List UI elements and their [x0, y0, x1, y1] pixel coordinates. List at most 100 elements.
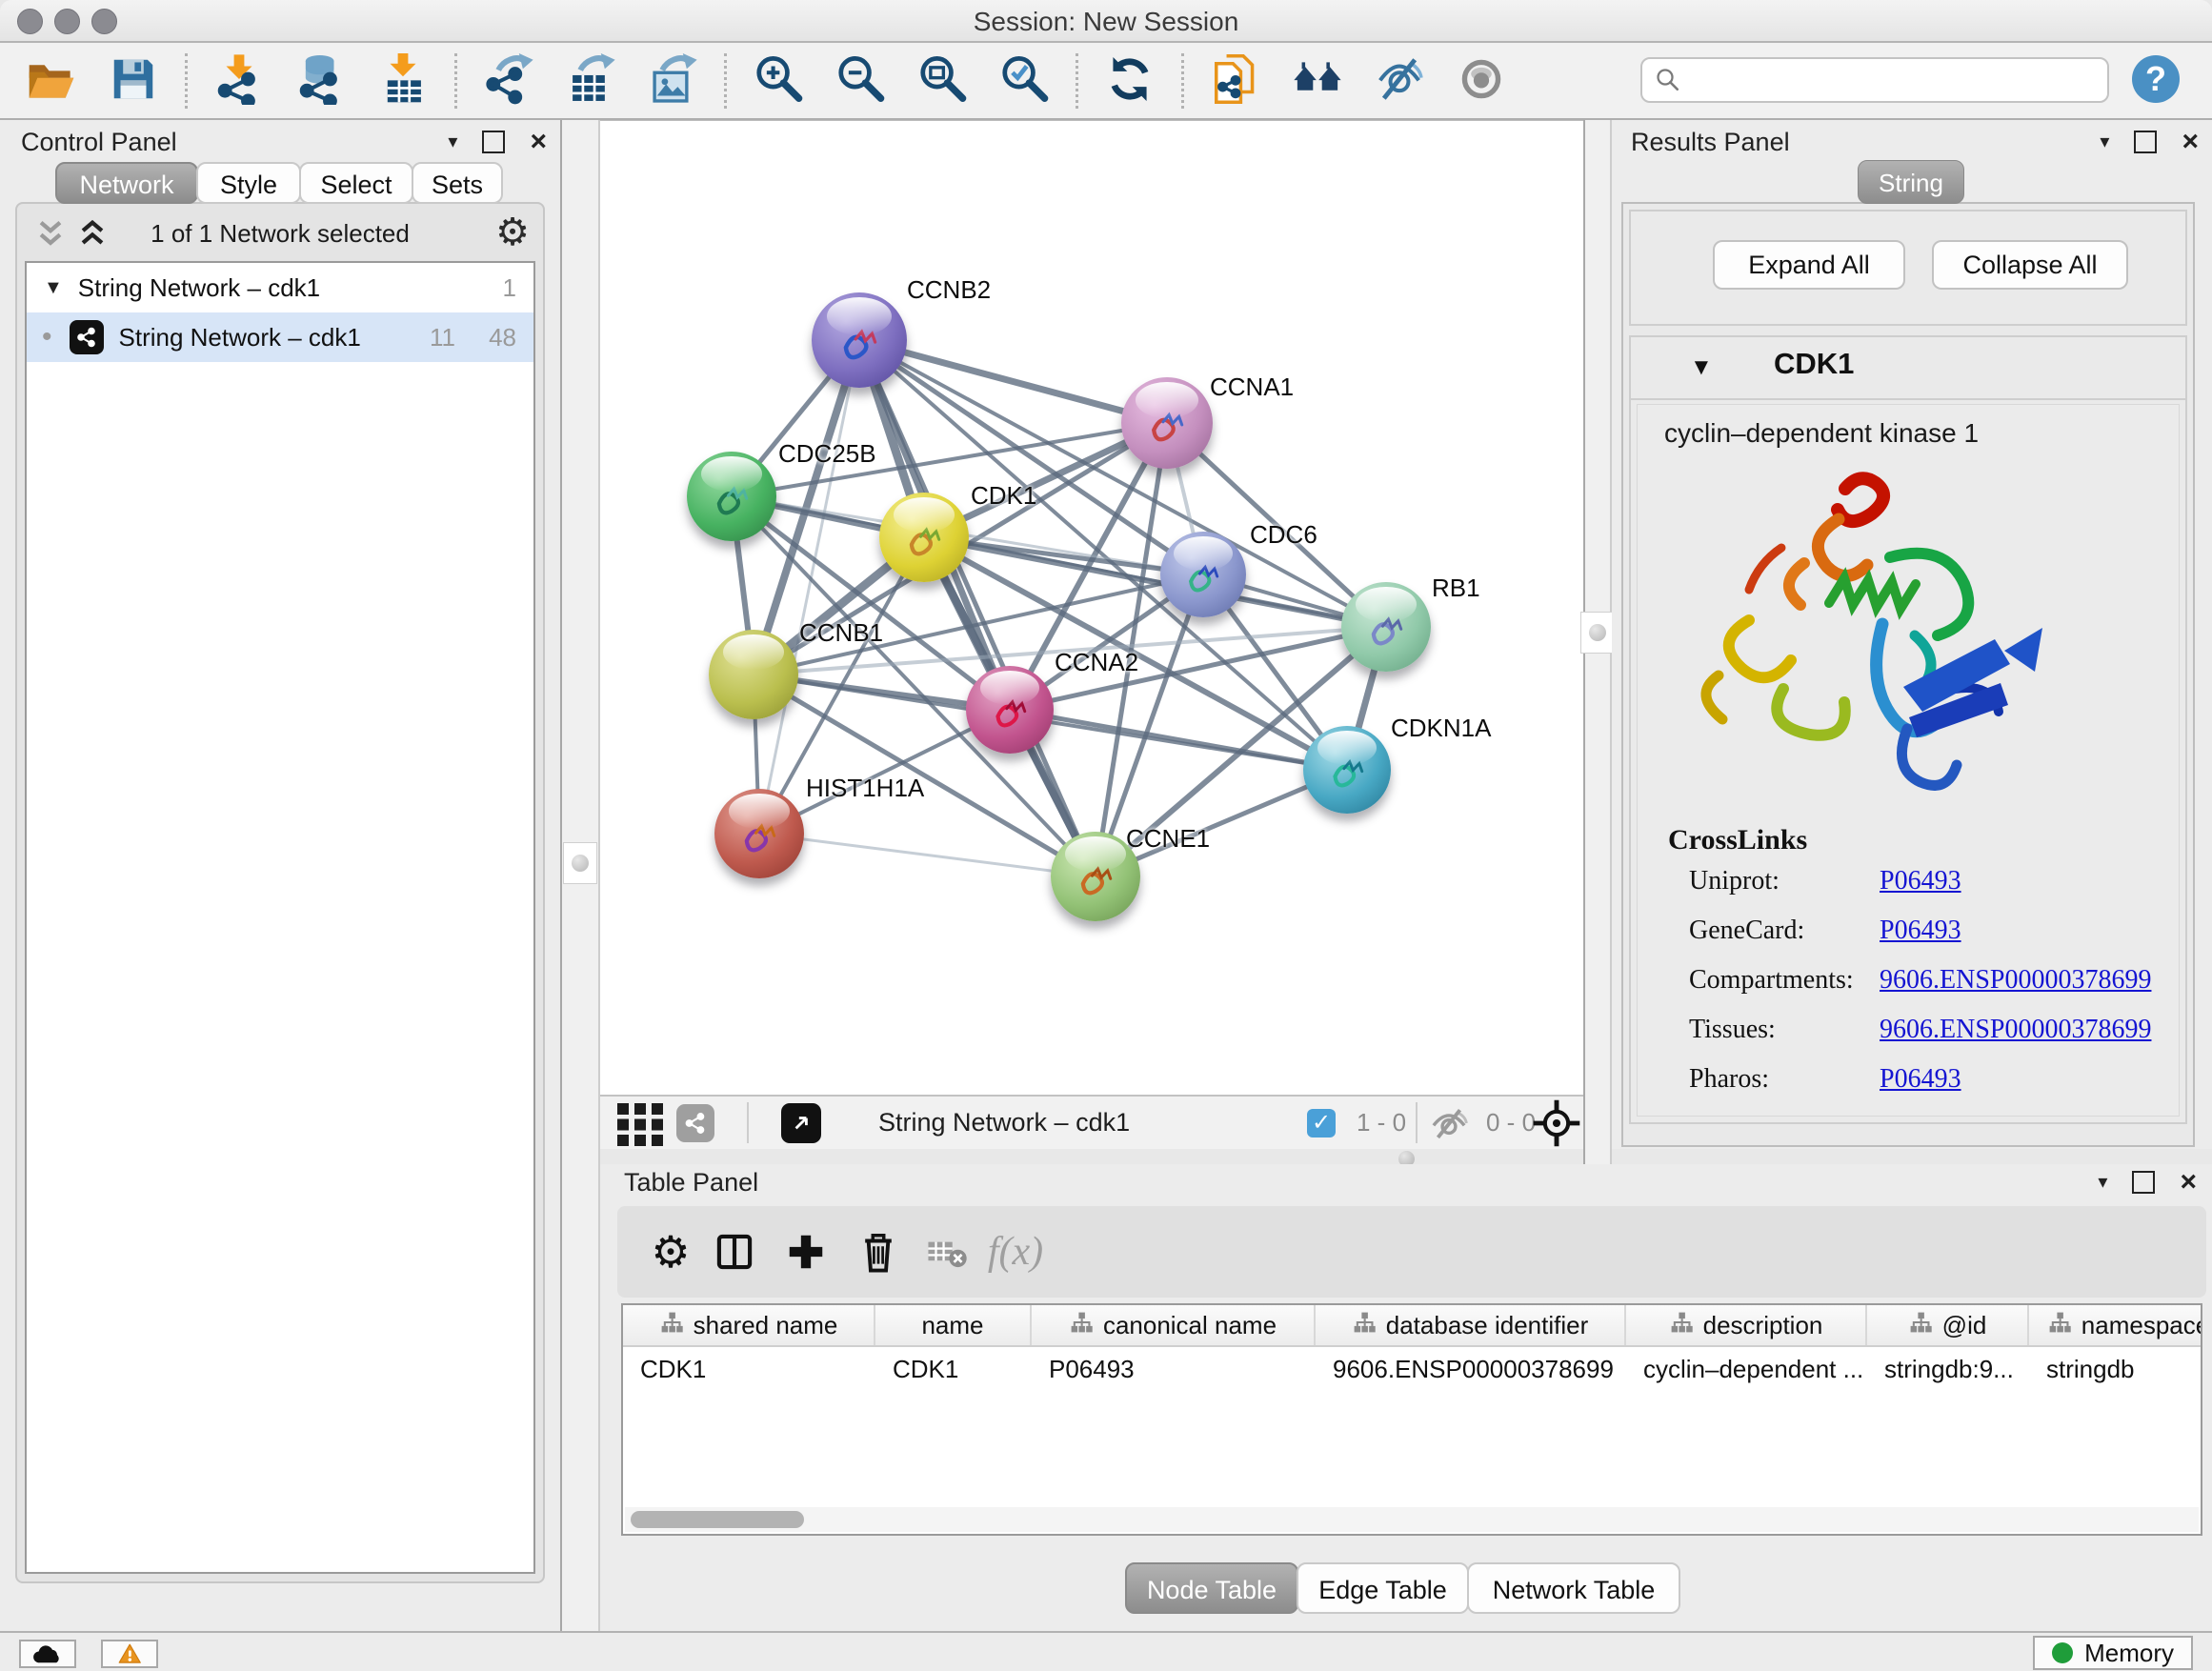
node-CDK1[interactable] [879, 493, 969, 582]
tab-select[interactable]: Select [299, 162, 413, 204]
expand-all-button[interactable]: Expand All [1713, 240, 1905, 290]
results-panel-maximize-icon[interactable] [2134, 131, 2157, 153]
network-canvas[interactable]: CCNB2CCNA1CDC25BCDK1CDC6RB1CCNB1CCNA2CDK… [600, 121, 1583, 1096]
crosslink-link[interactable]: P06493 [1880, 866, 1961, 896]
tab-style[interactable]: Style [196, 162, 301, 204]
export-image-button[interactable] [646, 54, 699, 108]
grid-view-icon[interactable] [613, 1097, 667, 1149]
node-CDC25B[interactable] [687, 452, 776, 541]
tab-string[interactable]: String [1858, 160, 1964, 204]
collapse-all-button[interactable]: Collapse All [1932, 240, 2128, 290]
crosslink-link[interactable]: P06493 [1880, 916, 1961, 946]
fit-selected-icon[interactable] [1530, 1097, 1583, 1149]
network-row[interactable]: • String Network – cdk1 11 48 [27, 312, 533, 362]
share-view-icon[interactable] [676, 1097, 714, 1149]
export-network-button[interactable] [482, 54, 535, 108]
node-HIST1H1A[interactable] [714, 789, 804, 878]
edge-CCNB2-HIST1H1A[interactable] [759, 340, 859, 834]
crosslink-link[interactable]: 9606.ENSP00000378699 [1880, 965, 2151, 996]
save-session-button[interactable] [107, 54, 160, 108]
table-cell[interactable]: cyclin–dependent ... [1626, 1355, 1867, 1384]
column-header-name[interactable]: name [875, 1305, 1032, 1345]
table-row[interactable]: CDK1CDK1P064939606.ENSP00000378699cyclin… [623, 1347, 2201, 1391]
column-header--id[interactable]: @id [1867, 1305, 2029, 1345]
split-columns-button[interactable] [710, 1227, 759, 1277]
crosslink-link[interactable]: 9606.ENSP00000378699 [1880, 1015, 2151, 1045]
search-box[interactable] [1640, 57, 2109, 103]
node-CDC6[interactable] [1160, 532, 1246, 617]
zoom-fit-button[interactable] [915, 54, 969, 108]
hide-graphics-details-button[interactable] [1373, 54, 1426, 108]
tab-sets[interactable]: Sets [412, 162, 503, 204]
import-table-button[interactable] [376, 54, 430, 108]
node-CCNA1[interactable] [1121, 377, 1213, 469]
table-cell[interactable]: 9606.ENSP00000378699 [1316, 1355, 1626, 1384]
import-network-button[interactable] [212, 54, 266, 108]
search-input[interactable] [1690, 65, 2107, 96]
results-panel-float-icon[interactable]: ▾ [2100, 130, 2109, 153]
node-CCNB1[interactable] [709, 630, 798, 719]
column-header-description[interactable]: description [1626, 1305, 1867, 1345]
cloud-status-button[interactable] [19, 1640, 76, 1668]
refresh-button[interactable] [1103, 54, 1156, 108]
table-horizontal-scrollbar[interactable] [625, 1507, 2199, 1532]
zoom-in-button[interactable] [752, 54, 805, 108]
right-splitter-handle[interactable] [1580, 612, 1615, 654]
zoom-out-button[interactable] [834, 54, 887, 108]
selected-checkbox-icon[interactable]: ✓ [1307, 1097, 1336, 1149]
network-list-options-icon[interactable]: ⚙ [495, 210, 530, 255]
table-settings-button[interactable]: ⚙ [646, 1227, 695, 1277]
edge-CCNB2-RB1[interactable] [859, 340, 1386, 627]
edge-HIST1H1A-CCNE1[interactable] [759, 834, 1096, 876]
table-panel-maximize-icon[interactable] [2132, 1171, 2155, 1194]
edge-CDK1-RB1[interactable] [924, 537, 1386, 627]
hidden-elements-icon[interactable] [1427, 1097, 1471, 1149]
show-graphics-details-button[interactable] [1455, 54, 1508, 108]
scrollbar-thumb[interactable] [631, 1511, 804, 1528]
left-splitter[interactable] [560, 120, 600, 1631]
gene-expander-icon[interactable]: ▼ [1690, 354, 1713, 381]
column-header-namespace[interactable]: namespace [2029, 1305, 2202, 1345]
save-session-icon [108, 53, 159, 108]
column-header-canonical-name[interactable]: canonical name [1032, 1305, 1316, 1345]
export-table-button[interactable] [564, 54, 617, 108]
node-CCNB2[interactable] [812, 292, 907, 388]
table-cell[interactable]: CDK1 [623, 1355, 875, 1384]
table-panel-close-icon[interactable]: × [2180, 1173, 2197, 1192]
help-button[interactable]: ? [2132, 55, 2180, 103]
table-cell[interactable]: P06493 [1032, 1355, 1316, 1384]
table-cell[interactable]: stringdb:9... [1867, 1355, 2029, 1384]
table-cell[interactable]: stringdb [2029, 1355, 2202, 1384]
table-cell[interactable]: CDK1 [875, 1355, 1032, 1384]
control-panel-float-icon[interactable]: ▾ [448, 130, 457, 153]
zoom-selected-button[interactable] [997, 54, 1051, 108]
tab-edge-table[interactable]: Edge Table [1297, 1562, 1469, 1614]
tab-network-table[interactable]: Network Table [1467, 1562, 1680, 1614]
add-column-button[interactable] [781, 1227, 831, 1277]
delete-column-button[interactable] [854, 1227, 903, 1277]
node-label-CCNA1: CCNA1 [1210, 372, 1294, 402]
gene-section-header[interactable]: ▼ CDK1 [1631, 337, 2185, 400]
share-document-button[interactable] [1209, 54, 1262, 108]
control-panel-maximize-icon[interactable] [482, 131, 505, 153]
node-CCNA2[interactable] [966, 666, 1054, 754]
collection-expander-icon[interactable]: ▼ [44, 277, 63, 299]
birds-eye-view-icon[interactable] [781, 1097, 821, 1149]
warnings-button[interactable] [101, 1640, 158, 1668]
open-session-button[interactable] [25, 54, 78, 108]
tab-network[interactable]: Network [55, 162, 198, 204]
import-database-button[interactable] [294, 54, 348, 108]
node-CDKN1A[interactable] [1303, 726, 1391, 814]
crosslink-link[interactable]: P06493 [1880, 1064, 1961, 1095]
tab-node-table[interactable]: Node Table [1125, 1562, 1298, 1614]
node-RB1[interactable] [1341, 582, 1431, 672]
column-header-shared-name[interactable]: shared name [623, 1305, 875, 1345]
network-collection-row[interactable]: ▼ String Network – cdk1 1 [27, 263, 533, 312]
memory-button[interactable]: Memory [2033, 1636, 2193, 1670]
table-panel-float-icon[interactable]: ▾ [2098, 1170, 2107, 1194]
left-splitter-handle[interactable] [563, 842, 597, 884]
column-header-database-identifier[interactable]: database identifier [1316, 1305, 1626, 1345]
control-panel-close-icon[interactable]: × [530, 132, 547, 151]
string-home-button[interactable] [1291, 54, 1344, 108]
results-panel-close-icon[interactable]: × [2182, 132, 2199, 151]
